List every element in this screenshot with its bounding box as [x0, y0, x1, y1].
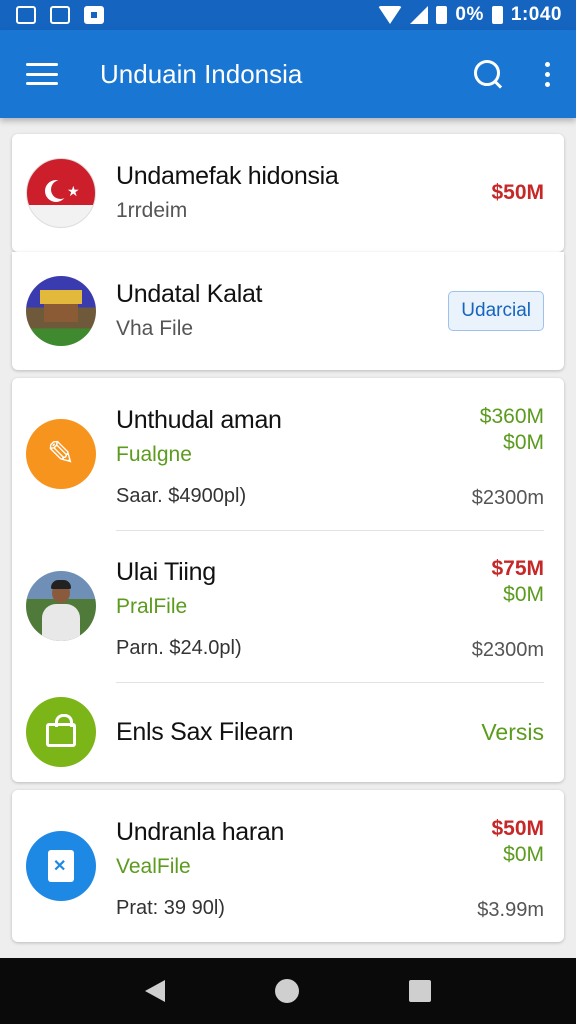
item-title: Undamefak hidonsia [116, 162, 339, 190]
item-price: $75M [491, 557, 544, 580]
item-size: $2300m [471, 487, 544, 509]
item-price-secondary: $0M [503, 431, 544, 454]
wifi-icon [378, 6, 403, 24]
item-subtitle: Vha File [116, 317, 194, 340]
recent-apps-icon[interactable] [409, 980, 431, 1002]
item-title: Enls Sax Filearn [116, 718, 294, 746]
status-right: 0% 1:040 [378, 4, 562, 26]
search-icon[interactable] [471, 57, 505, 91]
house-icon [26, 276, 96, 346]
item-title: Unthudal aman [116, 406, 282, 434]
item-detail: Parn. $24.0pl) [116, 637, 242, 659]
list-item[interactable]: ✎ Unthudal aman Fualgne Saar. $4900pl) $… [12, 378, 564, 530]
system-nav-bar [0, 958, 576, 1024]
item-price: $360M [479, 405, 544, 428]
list-card-1: ★ Undamefak hidonsia 1rrdeim $50M [12, 134, 564, 252]
app-notification-icon-2 [84, 6, 104, 24]
item-price-secondary: $0M [503, 843, 544, 866]
item-price: $50M [491, 181, 544, 204]
battery-percent: 0% [455, 4, 484, 25]
signal-icon [410, 6, 429, 24]
list-card-2: Undatal Kalat Vha File Udarcial [12, 252, 564, 370]
item-price-secondary: $0M [503, 583, 544, 606]
document-icon [26, 831, 96, 901]
item-subtitle: PralFile [116, 595, 188, 618]
list-card-3: ✎ Unthudal aman Fualgne Saar. $4900pl) $… [12, 378, 564, 782]
app-notification-icon [50, 6, 70, 24]
item-subtitle: 1rrdeim [116, 199, 188, 222]
tools-icon: ✎ [26, 419, 96, 489]
item-detail: Saar. $4900pl) [116, 485, 247, 507]
back-icon[interactable] [145, 980, 165, 1002]
turkey-flag-icon: ★ [26, 158, 96, 228]
list-item[interactable]: ★ Undamefak hidonsia 1rrdeim $50M [12, 134, 564, 252]
app-bar: Unduain Indonsia [0, 30, 576, 118]
item-title: Ulai Tiing [116, 558, 216, 586]
list-item[interactable]: Undatal Kalat Vha File Udarcial [12, 252, 564, 370]
page-title: Unduain Indonsia [100, 58, 303, 89]
item-title: Undatal Kalat [116, 280, 263, 308]
item-subtitle: Fualgne [116, 443, 192, 466]
home-icon[interactable] [275, 979, 299, 1003]
item-title: Undranla haran [116, 818, 285, 846]
download-button[interactable]: Udarcial [448, 291, 544, 331]
battery-icon-2 [491, 6, 503, 24]
status-bar: 0% 1:040 [0, 0, 576, 30]
bag-icon [26, 697, 96, 767]
item-price: $50M [491, 817, 544, 840]
clock: 1:040 [510, 4, 562, 25]
notification-icons [16, 6, 104, 24]
item-size: $3.99m [477, 899, 544, 921]
item-detail: Prat: 39 90l) [116, 897, 225, 919]
more-options-icon[interactable] [541, 58, 554, 91]
list-item[interactable]: Ulai Tiing PralFile Parn. $24.0pl) $75M … [12, 530, 564, 682]
item-size: $2300m [471, 639, 544, 661]
download-list: ★ Undamefak hidonsia 1rrdeim $50M Undata… [12, 134, 564, 950]
list-item[interactable]: Enls Sax Filearn Versis [12, 682, 564, 782]
person-photo-icon [26, 571, 96, 641]
item-subtitle: VealFile [116, 855, 191, 878]
item-version: Versis [481, 718, 544, 745]
list-card-4: Undranla haran VealFile Prat: 39 90l) $5… [12, 790, 564, 942]
battery-icon [436, 6, 448, 24]
list-item[interactable]: Undranla haran VealFile Prat: 39 90l) $5… [12, 790, 564, 942]
image-notification-icon [16, 6, 36, 24]
menu-icon[interactable] [26, 63, 58, 85]
